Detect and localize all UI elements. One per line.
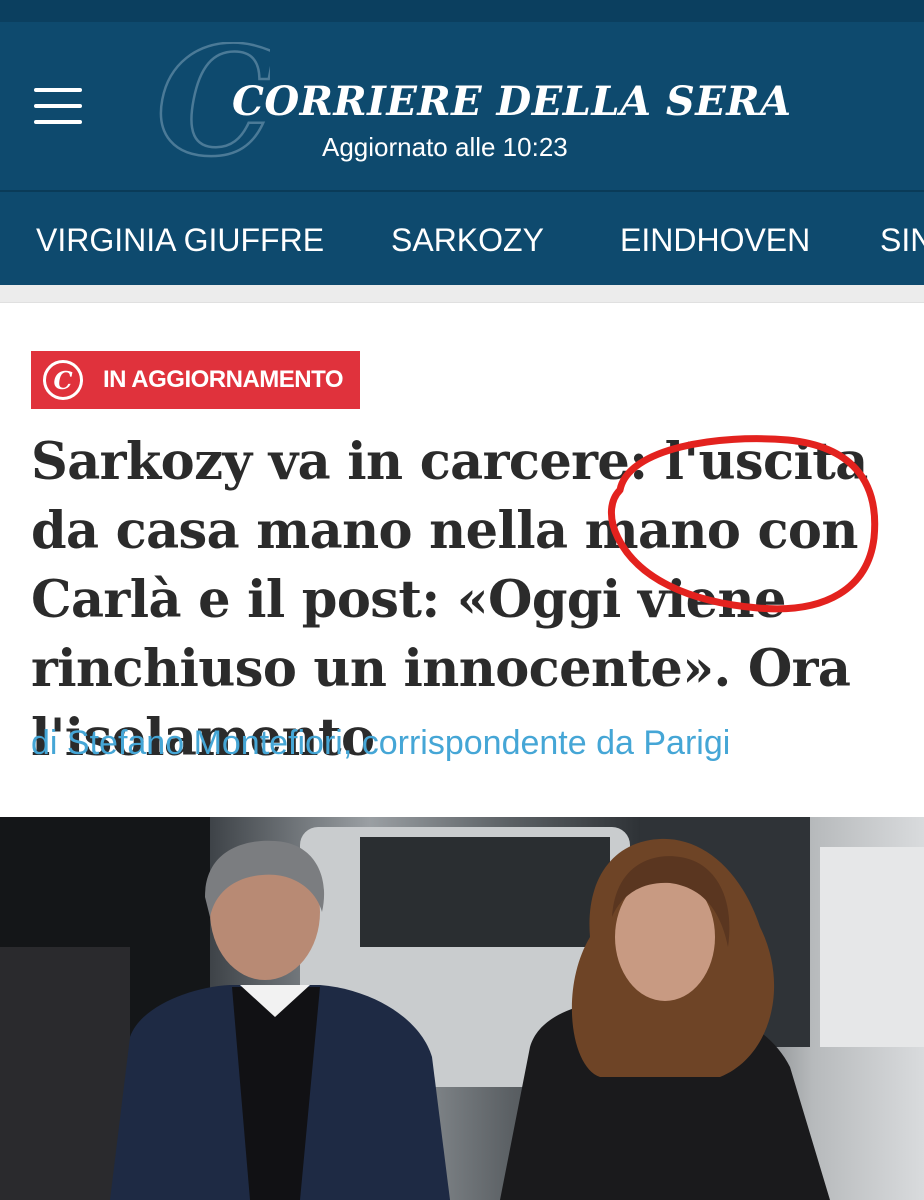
photo-illustration xyxy=(0,817,924,1200)
topic-nav-bar: VIRGINIA GIUFFRE SARKOZY EINDHOVEN SIN xyxy=(0,190,924,285)
masthead-title[interactable]: CORRIERE DELLA SERA xyxy=(232,76,791,128)
last-updated-text: Aggiornato alle 10:23 xyxy=(322,132,568,162)
nav-item-eindhoven[interactable]: EINDHOVEN xyxy=(620,222,810,259)
nav-item-truncated[interactable]: SIN xyxy=(880,222,924,259)
section-divider xyxy=(0,285,924,303)
article-headline[interactable]: Sarkozy va in carcere: l'uscita da casa … xyxy=(31,428,901,773)
article-photo[interactable] xyxy=(0,817,924,1200)
badge-label: IN AGGIORNAMENTO xyxy=(103,366,344,393)
corriere-c-icon: C xyxy=(43,360,83,400)
nav-item-virginia-giuffre[interactable]: VIRGINIA GIUFFRE xyxy=(36,222,324,259)
live-update-badge: C IN AGGIORNAMENTO xyxy=(31,351,360,409)
nav-item-sarkozy[interactable]: SARKOZY xyxy=(391,222,544,259)
author-byline[interactable]: di Stefano Montefiori, corrispondente da… xyxy=(31,724,911,763)
hamburger-menu-icon[interactable] xyxy=(34,88,82,124)
app-header: C CORRIERE DELLA SERA Aggiornato alle 10… xyxy=(0,0,924,190)
